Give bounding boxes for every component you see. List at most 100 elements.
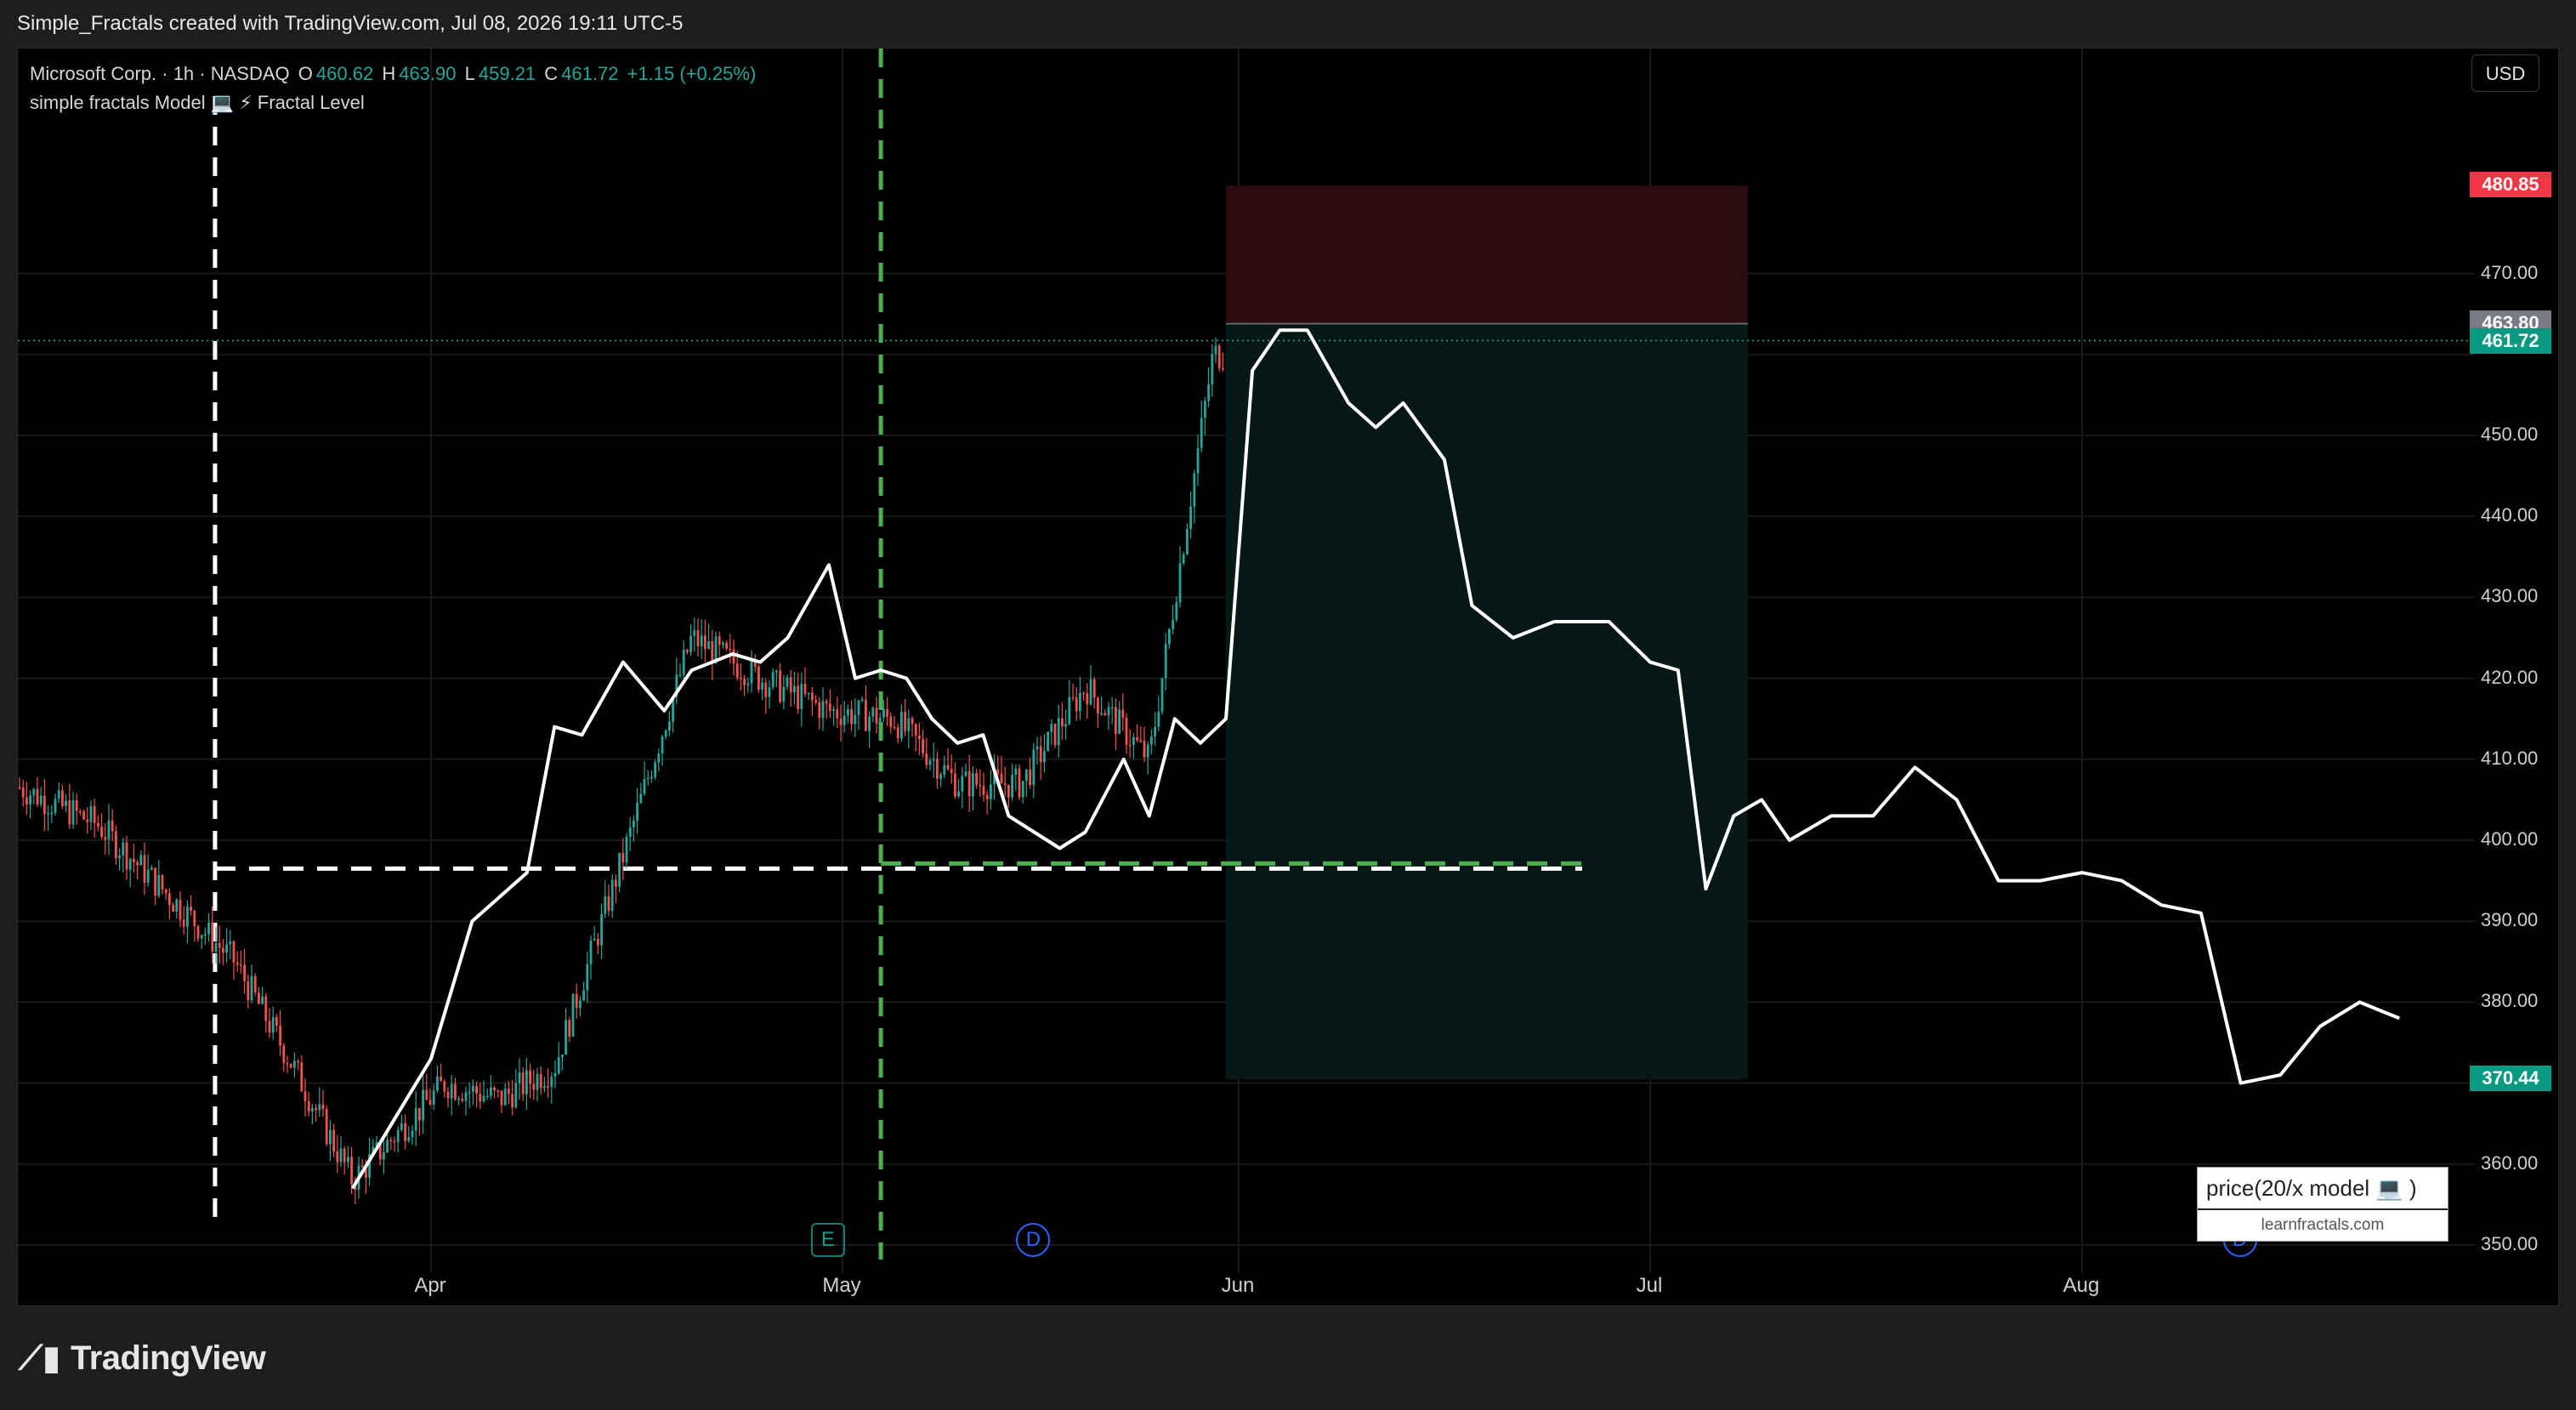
chart-svg[interactable] — [18, 48, 2560, 1307]
candle-body — [307, 1101, 310, 1112]
candle-body — [843, 715, 846, 725]
candle-body — [868, 716, 871, 731]
candle-body — [1222, 367, 1224, 370]
candle-body — [107, 820, 111, 840]
candle-body — [329, 1129, 332, 1145]
candle-body — [743, 679, 746, 685]
candle-body — [797, 685, 799, 709]
candle-body — [436, 1076, 439, 1091]
candle-body — [157, 874, 161, 896]
risk-reward-zones[interactable] — [1225, 185, 1748, 1080]
candle-body — [818, 702, 821, 719]
candle-body — [253, 975, 257, 993]
candle-body — [982, 786, 985, 796]
candle-body — [550, 1077, 553, 1087]
candle-body — [122, 842, 125, 856]
candle-body — [610, 879, 614, 912]
chart-pane[interactable] — [17, 48, 2559, 1306]
candle-body — [904, 712, 906, 731]
candle-body — [93, 806, 96, 823]
candle-body — [775, 670, 778, 673]
candle-body — [943, 765, 946, 775]
candle-body — [896, 727, 899, 739]
candle-body — [829, 703, 831, 711]
candle-body — [468, 1091, 471, 1094]
candle-body — [657, 753, 661, 763]
candle-body — [57, 790, 60, 799]
candle-body — [275, 1016, 278, 1026]
candle-body — [704, 635, 706, 650]
candle-body — [411, 1130, 414, 1138]
candle-body — [1018, 768, 1021, 798]
last-price-tag: 461.72 — [2470, 328, 2551, 355]
candle-body — [686, 650, 689, 653]
earnings-event-icon[interactable]: E — [810, 1223, 845, 1257]
candle-body — [190, 907, 192, 912]
candle-body — [336, 1151, 339, 1163]
candle-body — [718, 636, 721, 645]
candle-body — [443, 1081, 446, 1092]
candle-body — [150, 867, 153, 870]
candle-body — [979, 784, 982, 787]
candle-body — [882, 708, 885, 718]
candle-body — [954, 773, 956, 797]
candle-body — [211, 922, 214, 952]
candle-body — [1214, 345, 1217, 355]
price-axis-label: 360.00 — [2481, 1151, 2539, 1174]
legend-symbol[interactable]: Microsoft Corp. · 1h · NASDAQ — [30, 63, 290, 84]
candle-body — [561, 1055, 564, 1058]
candle-body — [579, 1000, 582, 1009]
candle-body — [757, 667, 760, 690]
candle-body — [222, 947, 224, 953]
candle-body — [1150, 736, 1153, 745]
candle-body — [1075, 697, 1078, 712]
candle-body — [1193, 473, 1196, 507]
candle-body — [597, 939, 599, 946]
candle-body — [547, 1086, 549, 1088]
candle-body — [293, 1060, 296, 1068]
candle-body — [789, 677, 792, 693]
candle-body — [1092, 679, 1096, 698]
candle-body — [1050, 724, 1053, 732]
candle-body — [65, 800, 67, 806]
indicator-legend[interactable]: simple fractals Model 💻 ⚡ Fractal Level — [30, 88, 759, 117]
candle-body — [47, 813, 49, 815]
candle-series — [18, 337, 1224, 1205]
candle-body — [235, 963, 239, 965]
candle-body — [1011, 775, 1013, 798]
candle-body — [557, 1057, 560, 1074]
candle-body — [1196, 447, 1200, 474]
candle-body — [860, 699, 864, 702]
candle-body — [740, 678, 742, 679]
candle-body — [243, 964, 246, 981]
candle-body — [193, 911, 196, 926]
candle-body — [279, 1026, 281, 1046]
currency-button[interactable]: USD — [2471, 54, 2539, 92]
candle-body — [168, 893, 171, 906]
candle-body — [975, 773, 978, 785]
candle-body — [575, 993, 578, 1009]
candle-body — [925, 753, 928, 765]
model-url: learnfractals.com — [2261, 1216, 2385, 1234]
candle-body — [1086, 693, 1089, 705]
candle-body — [678, 674, 682, 676]
candle-body — [289, 1063, 292, 1068]
candle-body — [1157, 711, 1160, 727]
candle-body — [1000, 773, 1003, 784]
candle-body — [182, 919, 185, 927]
candle-body — [1189, 506, 1192, 529]
candle-body — [532, 1083, 536, 1090]
candle-body — [475, 1085, 478, 1094]
candle-body — [700, 635, 703, 646]
candle-body — [693, 629, 696, 636]
candle-body — [847, 708, 849, 716]
price-axis-label: 390.00 — [2481, 909, 2539, 931]
candle-body — [615, 879, 617, 887]
tradingview-logo[interactable]: ⟋▮ TradingView — [19, 1339, 266, 1378]
candle-body — [318, 1104, 321, 1111]
candle-body — [1057, 718, 1060, 746]
candle-body — [568, 1020, 571, 1037]
candle-body — [258, 992, 260, 1004]
candle-body — [86, 819, 89, 822]
candle-body — [1089, 679, 1092, 705]
